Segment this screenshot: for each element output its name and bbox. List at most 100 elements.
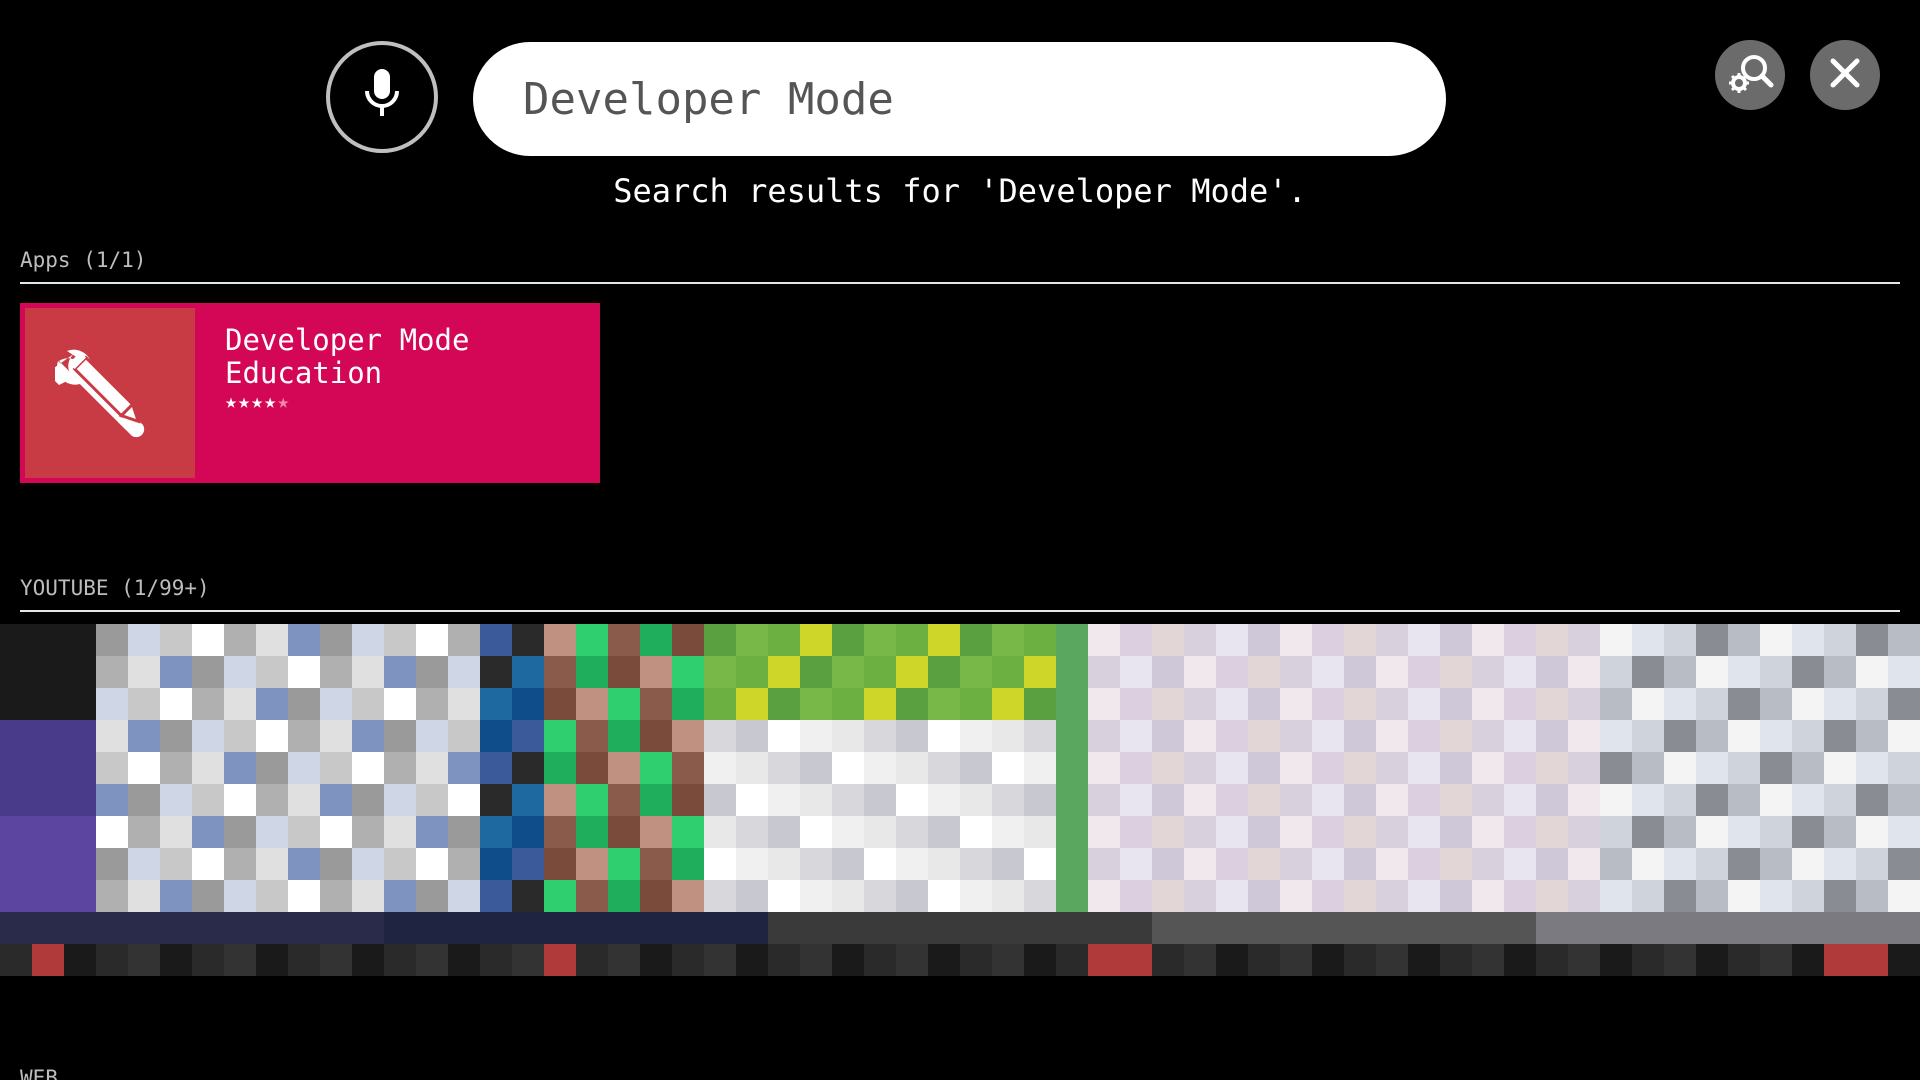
thumbnail-pixel	[1376, 880, 1408, 912]
thumbnail-pixel	[1024, 912, 1056, 944]
thumbnail-pixel	[1088, 688, 1120, 720]
thumbnail-pixel	[608, 624, 640, 656]
thumbnail-pixel	[416, 688, 448, 720]
thumbnail-pixel	[1536, 688, 1568, 720]
thumbnail-pixel	[896, 944, 928, 976]
thumbnail-pixel	[928, 848, 960, 880]
thumbnail-pixel	[1056, 624, 1088, 656]
thumbnail-pixel	[384, 880, 416, 912]
thumbnail-pixel	[1248, 624, 1280, 656]
thumbnail-pixel	[352, 656, 384, 688]
thumbnail-pixel	[480, 880, 512, 912]
thumbnail-pixel	[1376, 624, 1408, 656]
thumbnail-pixel	[832, 720, 864, 752]
thumbnail-pixel	[32, 656, 64, 688]
thumbnail-pixel	[1184, 816, 1216, 848]
thumbnail-pixel	[1408, 752, 1440, 784]
thumbnail-pixel	[352, 944, 384, 976]
thumbnail-pixel	[1536, 752, 1568, 784]
thumbnail-pixel	[32, 912, 64, 944]
thumbnail-pixel	[512, 656, 544, 688]
search-input[interactable]: Developer Mode	[473, 42, 1446, 156]
thumbnail-pixel	[1184, 880, 1216, 912]
thumbnail-pixel	[1216, 752, 1248, 784]
thumbnail-pixel	[384, 784, 416, 816]
web-section-label: WEB	[20, 1066, 58, 1080]
thumbnail-pixel	[1280, 816, 1312, 848]
app-result-tile[interactable]: Developer Mode Education ★★★★★	[20, 303, 600, 483]
thumbnail-pixel	[1088, 912, 1120, 944]
thumbnail-pixel	[1632, 688, 1664, 720]
thumbnail-pixel	[448, 816, 480, 848]
thumbnail-pixel	[1152, 688, 1184, 720]
thumbnail-pixel	[1728, 784, 1760, 816]
thumbnail-pixel	[256, 656, 288, 688]
thumbnail-pixel	[544, 880, 576, 912]
youtube-results-strip[interactable]	[0, 624, 1920, 976]
thumbnail-pixel	[832, 752, 864, 784]
thumbnail-pixel	[1376, 752, 1408, 784]
microphone-button[interactable]	[326, 41, 438, 153]
thumbnail-pixel	[128, 688, 160, 720]
thumbnail-pixel	[768, 752, 800, 784]
thumbnail-pixel	[448, 784, 480, 816]
thumbnail-pixel	[1248, 688, 1280, 720]
thumbnail-pixel	[224, 624, 256, 656]
thumbnail-pixel	[1632, 880, 1664, 912]
thumbnail-pixel	[512, 944, 544, 976]
thumbnail-pixel	[928, 880, 960, 912]
thumbnail-pixel	[224, 752, 256, 784]
thumbnail-pixel	[1184, 656, 1216, 688]
thumbnail-pixel	[960, 848, 992, 880]
thumbnail-pixel	[1152, 880, 1184, 912]
thumbnail-pixel	[704, 624, 736, 656]
thumbnail-pixel	[1696, 848, 1728, 880]
thumbnail-pixel	[288, 688, 320, 720]
thumbnail-pixel	[1696, 784, 1728, 816]
thumbnail-pixel	[704, 720, 736, 752]
thumbnail-pixel	[544, 912, 576, 944]
thumbnail-pixel	[64, 720, 96, 752]
thumbnail-pixel	[448, 752, 480, 784]
thumbnail-pixel	[1152, 720, 1184, 752]
thumbnail-pixel	[576, 752, 608, 784]
thumbnail-pixel	[448, 944, 480, 976]
thumbnail-pixel	[928, 624, 960, 656]
thumbnail-pixel	[1856, 816, 1888, 848]
thumbnail-pixel	[1440, 944, 1472, 976]
thumbnail-pixel	[352, 880, 384, 912]
thumbnail-pixel	[1088, 944, 1120, 976]
thumbnail-pixel	[1280, 656, 1312, 688]
thumbnail-pixel	[800, 624, 832, 656]
thumbnail-pixel	[288, 720, 320, 752]
thumbnail-pixel	[1120, 816, 1152, 848]
thumbnail-pixel	[1024, 752, 1056, 784]
thumbnail-pixel	[224, 720, 256, 752]
thumbnail-pixel	[1888, 752, 1920, 784]
thumbnail-pixel	[0, 880, 32, 912]
youtube-section-header: YOUTUBE (1/99+)	[20, 576, 1900, 612]
thumbnail-pixel	[352, 720, 384, 752]
thumbnail-pixel	[1664, 880, 1696, 912]
search-settings-button[interactable]	[1715, 40, 1785, 110]
thumbnail-pixel	[1184, 848, 1216, 880]
thumbnail-pixel	[32, 944, 64, 976]
thumbnail-pixel	[64, 912, 96, 944]
thumbnail-pixel	[736, 880, 768, 912]
thumbnail-pixel	[608, 720, 640, 752]
thumbnail-pixel	[1120, 784, 1152, 816]
thumbnail-pixel	[736, 912, 768, 944]
thumbnail-pixel	[1120, 944, 1152, 976]
thumbnail-pixel	[128, 816, 160, 848]
thumbnail-pixel	[128, 784, 160, 816]
thumbnail-pixel	[192, 752, 224, 784]
thumbnail-pixel	[1248, 752, 1280, 784]
thumbnail-pixel	[256, 912, 288, 944]
thumbnail-pixel	[128, 944, 160, 976]
thumbnail-pixel	[1408, 912, 1440, 944]
thumbnail-pixel	[0, 944, 32, 976]
thumbnail-pixel	[192, 944, 224, 976]
close-button[interactable]	[1810, 40, 1880, 110]
thumbnail-pixel	[1152, 912, 1184, 944]
thumbnail-pixel	[608, 944, 640, 976]
